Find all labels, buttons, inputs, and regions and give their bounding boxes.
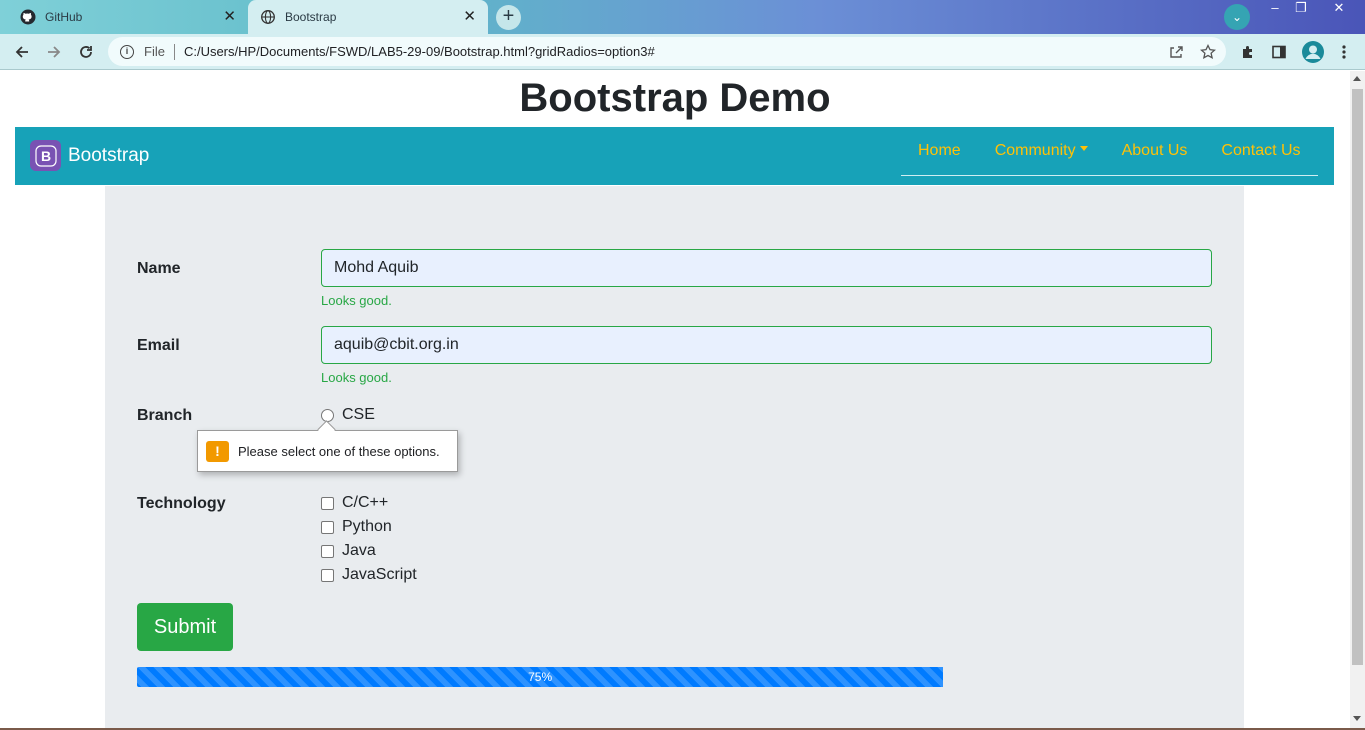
bootstrap-logo-icon: B <box>30 140 61 171</box>
new-tab-button[interactable]: + <box>496 5 521 30</box>
checkbox[interactable] <box>321 496 334 510</box>
tech-option-python[interactable]: Python <box>321 518 392 536</box>
tech-option-label: C/C++ <box>342 494 389 511</box>
tab-bootstrap[interactable]: Bootstrap ✕ <box>248 0 488 34</box>
checkbox[interactable] <box>321 544 334 558</box>
brand-text: Bootstrap <box>68 144 150 166</box>
kebab-menu-icon[interactable] <box>1335 43 1353 61</box>
scroll-down-arrow-icon[interactable] <box>1353 716 1361 721</box>
browser-toolbar: i File C:/Users/HP/Documents/FSWD/LAB5-2… <box>0 34 1365 70</box>
file-scheme-label: File <box>144 44 165 59</box>
checkbox[interactable] <box>321 520 334 534</box>
nav-link-home[interactable]: Home <box>918 142 961 160</box>
profile-avatar-icon[interactable] <box>1301 40 1325 64</box>
navbar: B Bootstrap Home Community About Us Cont… <box>15 127 1334 185</box>
address-bar[interactable]: i File C:/Users/HP/Documents/FSWD/LAB5-2… <box>108 37 1226 66</box>
progress-track: 75% <box>137 667 1212 687</box>
tech-option-label: Python <box>342 518 392 535</box>
bookmark-star-icon[interactable] <box>1199 43 1217 61</box>
info-icon[interactable]: i <box>120 44 134 59</box>
email-input[interactable]: aquib@cbit.org.in <box>321 326 1212 364</box>
nav-link-community-label: Community <box>994 142 1076 159</box>
window-close-icon[interactable]: ✕ <box>1326 0 1352 18</box>
extensions-puzzle-icon[interactable] <box>1239 43 1257 61</box>
navbar-brand[interactable]: B Bootstrap <box>30 140 149 171</box>
side-panel-icon[interactable] <box>1270 43 1288 61</box>
tab-title: GitHub <box>45 10 83 24</box>
technology-label: Technology <box>137 495 226 512</box>
github-icon <box>20 9 36 25</box>
forward-arrow-icon[interactable] <box>43 42 65 62</box>
name-valid-feedback: Looks good. <box>321 293 392 308</box>
checkbox[interactable] <box>321 568 334 582</box>
scrollbar-thumb[interactable] <box>1352 89 1363 665</box>
branch-option-label: CSE <box>342 406 375 423</box>
branch-label: Branch <box>137 407 193 424</box>
url-text: C:/Users/HP/Documents/FSWD/LAB5-29-09/Bo… <box>183 44 655 59</box>
nav-link-community[interactable]: Community <box>995 142 1088 160</box>
reload-icon[interactable] <box>75 42 97 62</box>
tech-option-label: JavaScript <box>342 566 417 583</box>
vertical-scrollbar[interactable] <box>1350 71 1365 728</box>
tech-option-cpp[interactable]: C/C++ <box>321 494 388 512</box>
close-tab-icon[interactable]: ✕ <box>463 9 476 25</box>
browser-tab-strip: GitHub ✕ Bootstrap ✕ + ⌄ – ❐ ✕ <box>0 0 1365 34</box>
close-tab-icon[interactable]: ✕ <box>223 9 236 25</box>
tab-title: Bootstrap <box>285 10 337 24</box>
progress-bar: 75% <box>137 667 944 687</box>
email-valid-feedback: Looks good. <box>321 370 392 385</box>
name-label: Name <box>137 260 181 277</box>
validation-message: Please select one of these options. <box>238 443 440 459</box>
share-icon[interactable] <box>1167 43 1185 61</box>
branch-option-cse[interactable]: CSE <box>321 406 375 424</box>
restore-icon[interactable]: ❐ <box>1288 0 1314 18</box>
nav-links: Home Community About Us Contact Us <box>901 127 1318 176</box>
radio-button[interactable] <box>321 408 334 422</box>
validation-tooltip: ! Please select one of these options. <box>197 430 458 472</box>
registration-form: Name Mohd Aquib Looks good. Email aquib@… <box>105 186 1244 728</box>
dropdown-caret-icon <box>1079 146 1088 152</box>
page-title: Bootstrap Demo <box>519 76 831 120</box>
tab-github[interactable]: GitHub ✕ <box>0 0 248 34</box>
submit-button[interactable]: Submit <box>137 603 233 651</box>
back-arrow-icon[interactable] <box>11 42 33 62</box>
nav-link-contact-us[interactable]: Contact Us <box>1221 142 1300 160</box>
page-viewport: Bootstrap Demo B Bootstrap Home Communit… <box>0 71 1350 728</box>
bootstrap-logo-letter: B <box>40 148 50 164</box>
scroll-up-arrow-icon[interactable] <box>1353 76 1361 81</box>
tech-option-java[interactable]: Java <box>321 542 376 560</box>
warning-icon: ! <box>206 440 229 462</box>
minimize-icon[interactable]: – <box>1262 0 1288 18</box>
tech-option-javascript[interactable]: JavaScript <box>321 566 417 584</box>
name-input[interactable]: Mohd Aquib <box>321 249 1212 287</box>
globe-icon <box>260 9 276 25</box>
tech-option-label: Java <box>342 542 376 559</box>
tab-search-icon[interactable]: ⌄ <box>1224 4 1250 30</box>
nav-link-about-us[interactable]: About Us <box>1122 142 1188 160</box>
address-divider <box>173 43 175 60</box>
email-label: Email <box>137 337 180 354</box>
